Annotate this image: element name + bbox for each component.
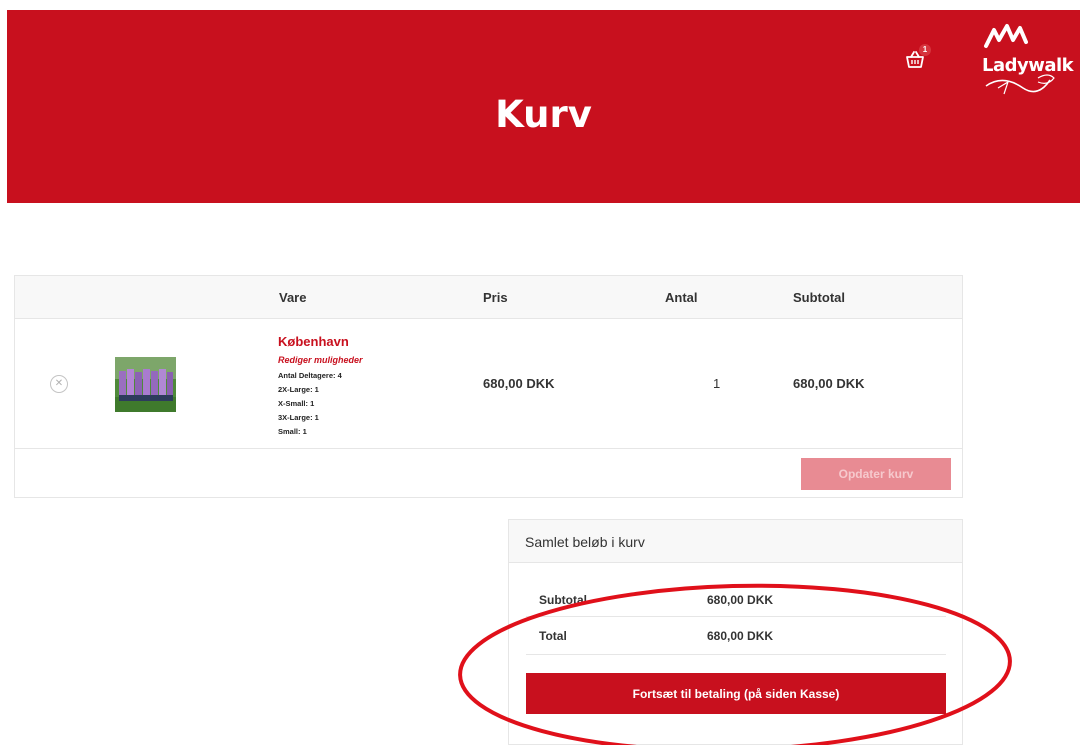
page-header: Kurv	[7, 10, 1080, 203]
total-label: Total	[539, 629, 567, 643]
cart-totals-heading: Samlet beløb i kurv	[509, 520, 962, 563]
product-meta: 3X-Large: 1	[278, 413, 319, 422]
column-header-quantity: Antal	[665, 290, 698, 305]
subtotal-label: Subtotal	[539, 593, 587, 607]
divider	[526, 654, 946, 655]
edit-options-link[interactable]: Rediger muligheder	[278, 355, 363, 365]
cart-count-badge: 1	[919, 44, 931, 56]
item-subtotal: 680,00 DKK	[793, 376, 865, 391]
column-header-price: Pris	[483, 290, 508, 305]
close-icon[interactable]: ✕	[50, 375, 68, 393]
quantity-field[interactable]: 1	[713, 376, 720, 391]
product-meta: X-Small: 1	[278, 399, 315, 408]
product-name-link[interactable]: København	[278, 334, 349, 349]
item-price: 680,00 DKK	[483, 376, 555, 391]
product-thumbnail[interactable]	[115, 357, 176, 412]
total-value: 680,00 DKK	[707, 629, 774, 643]
divider	[526, 616, 946, 617]
update-cart-button[interactable]: Opdater kurv	[801, 458, 951, 490]
cart-totals: Samlet beløb i kurv Subtotal 680,00 DKK …	[508, 519, 963, 745]
product-meta: 2X-Large: 1	[278, 385, 319, 394]
logo-wordmark: Ladywalk	[982, 55, 1074, 76]
proceed-to-checkout-button[interactable]: Fortsæt til betaling (på siden Kasse)	[526, 673, 946, 714]
subtotal-value: 680,00 DKK	[707, 593, 774, 607]
column-header-product: Vare	[279, 290, 307, 305]
page-title: Kurv	[495, 93, 592, 136]
product-meta: Antal Deltagere: 4	[278, 371, 342, 380]
product-meta: Small: 1	[278, 427, 307, 436]
table-row: ✕ København Rediger muligheder Antal Del…	[15, 319, 962, 449]
cart-table: Vare Pris Antal Subtotal ✕ København Red…	[14, 275, 963, 498]
table-header: Vare Pris Antal Subtotal	[15, 276, 962, 319]
column-header-subtotal: Subtotal	[793, 290, 845, 305]
